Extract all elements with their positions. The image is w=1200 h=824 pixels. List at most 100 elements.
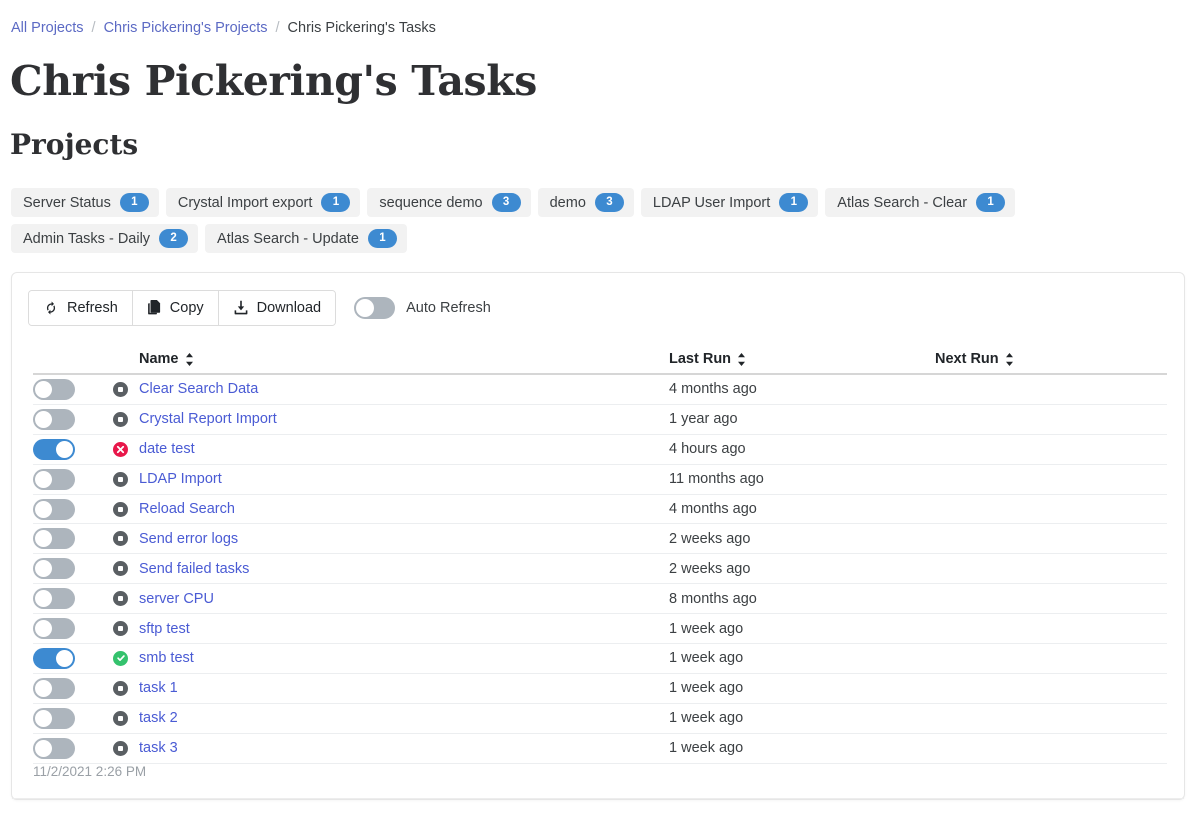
sort-icon	[1005, 353, 1014, 366]
column-header-last-run[interactable]: Last Run	[669, 351, 935, 367]
breadcrumb-item-chris-pickerings-projects[interactable]: Chris Pickering's Projects	[104, 19, 268, 38]
check-circle-icon	[113, 651, 128, 666]
task-name-link[interactable]: Crystal Report Import	[139, 411, 277, 427]
task-enabled-toggle[interactable]	[33, 618, 75, 639]
project-tag[interactable]: Server Status1	[11, 188, 159, 217]
column-header-next-run[interactable]: Next Run	[935, 351, 1167, 367]
task-enabled-toggle[interactable]	[33, 738, 75, 759]
stop-circle-icon	[113, 681, 128, 696]
copy-button-label: Copy	[170, 300, 204, 316]
stop-circle-icon	[113, 502, 128, 517]
auto-refresh-toggle[interactable]	[354, 297, 395, 319]
task-enabled-toggle[interactable]	[33, 648, 75, 669]
task-name-link[interactable]: smb test	[139, 650, 194, 666]
row-status-cell	[113, 502, 139, 517]
task-name-link[interactable]: Clear Search Data	[139, 381, 258, 397]
task-enabled-toggle[interactable]	[33, 499, 75, 520]
task-enabled-toggle[interactable]	[33, 528, 75, 549]
project-tag-label: sequence demo	[379, 195, 482, 211]
row-last-run-cell: 1 year ago	[669, 411, 935, 427]
auto-refresh-control: Auto Refresh	[354, 297, 491, 319]
project-tag[interactable]: sequence demo 3	[367, 188, 530, 217]
task-name-link[interactable]: task 1	[139, 680, 178, 696]
table-row: smb test1 week ago	[33, 644, 1167, 674]
table-row: sftp test1 week ago	[33, 614, 1167, 644]
project-tag[interactable]: Atlas Search - Clear1	[825, 188, 1015, 217]
download-button[interactable]: Download	[218, 291, 336, 325]
copy-button[interactable]: Copy	[132, 291, 218, 325]
stop-circle-icon	[113, 382, 128, 397]
row-last-run-cell: 1 week ago	[669, 680, 935, 696]
error-circle-icon	[113, 442, 128, 457]
row-name-cell: Reload Search	[139, 501, 669, 517]
task-name-link[interactable]: server CPU	[139, 591, 214, 607]
row-name-cell: smb test	[139, 650, 669, 666]
row-status-cell	[113, 382, 139, 397]
page-title: Chris Pickering's Tasks	[10, 55, 537, 107]
row-name-cell: sftp test	[139, 621, 669, 637]
task-name-link[interactable]: Send error logs	[139, 531, 238, 547]
project-tag-count-badge: 3	[492, 193, 521, 212]
stop-circle-icon	[113, 531, 128, 546]
table-row: Reload Search 4 months ago	[33, 495, 1167, 525]
row-last-run-cell: 4 months ago	[669, 381, 935, 397]
row-name-cell: LDAP Import	[139, 471, 669, 487]
row-last-run-cell: 2 weeks ago	[669, 531, 935, 547]
row-status-cell	[113, 591, 139, 606]
task-enabled-toggle[interactable]	[33, 708, 75, 729]
project-tag[interactable]: Atlas Search - Update1	[205, 224, 407, 253]
task-name-link[interactable]: Send failed tasks	[139, 561, 249, 577]
project-tag[interactable]: Admin Tasks - Daily2	[11, 224, 198, 253]
task-name-link[interactable]: Reload Search	[139, 501, 235, 517]
task-name-link[interactable]: date test	[139, 441, 195, 457]
row-enabled-cell	[33, 648, 113, 669]
row-enabled-cell	[33, 738, 113, 759]
project-tag-list: Server Status1Crystal Import export1sequ…	[11, 188, 1191, 253]
task-enabled-toggle[interactable]	[33, 469, 75, 490]
stop-circle-icon	[113, 711, 128, 726]
stop-circle-icon	[113, 621, 128, 636]
project-tag-count-badge: 1	[976, 193, 1005, 212]
download-icon	[233, 300, 249, 316]
task-enabled-toggle[interactable]	[33, 379, 75, 400]
task-enabled-toggle[interactable]	[33, 409, 75, 430]
toggle-knob	[35, 530, 52, 547]
task-name-link[interactable]: task 2	[139, 710, 178, 726]
project-tag[interactable]: Crystal Import export1	[166, 188, 361, 217]
table-row: Clear Search Data 4 months ago	[33, 375, 1167, 405]
toggle-knob	[35, 501, 52, 518]
row-last-run-cell: 4 months ago	[669, 501, 935, 517]
toggle-knob	[56, 441, 73, 458]
breadcrumb-item-all-projects[interactable]: All Projects	[11, 19, 84, 38]
table-row: task 2 1 week ago	[33, 704, 1167, 734]
table-row: task 1 1 week ago	[33, 674, 1167, 704]
column-header-name[interactable]: Name	[139, 351, 669, 367]
row-last-run-cell: 11 months ago	[669, 471, 935, 487]
project-tag[interactable]: demo3	[538, 188, 634, 217]
project-tag[interactable]: LDAP User Import1	[641, 188, 818, 217]
tasks-card: Refresh Copy Download	[11, 272, 1185, 800]
project-tag-label: Atlas Search - Update	[217, 231, 359, 247]
row-status-cell	[113, 621, 139, 636]
task-enabled-toggle[interactable]	[33, 439, 75, 460]
table-row: Crystal Report Import 1 year ago	[33, 405, 1167, 435]
row-last-run-cell: 1 week ago	[669, 710, 935, 726]
task-name-link[interactable]: LDAP Import	[139, 471, 222, 487]
row-name-cell: task 2	[139, 710, 669, 726]
table-row: LDAP Import 11 months ago	[33, 465, 1167, 495]
row-name-cell: Crystal Report Import	[139, 411, 669, 427]
row-last-run-cell: 1 week ago	[669, 740, 935, 756]
breadcrumb-separator: /	[276, 19, 280, 38]
refresh-button[interactable]: Refresh	[29, 291, 132, 325]
task-enabled-toggle[interactable]	[33, 588, 75, 609]
section-title-projects: Projects	[10, 126, 138, 164]
row-name-cell: task 3	[139, 740, 669, 756]
task-name-link[interactable]: sftp test	[139, 621, 190, 637]
task-enabled-toggle[interactable]	[33, 558, 75, 579]
project-tag-label: Admin Tasks - Daily	[23, 231, 150, 247]
toggle-knob	[35, 381, 52, 398]
task-name-link[interactable]: task 3	[139, 740, 178, 756]
row-name-cell: date test	[139, 441, 669, 457]
row-name-cell: task 1	[139, 680, 669, 696]
task-enabled-toggle[interactable]	[33, 678, 75, 699]
